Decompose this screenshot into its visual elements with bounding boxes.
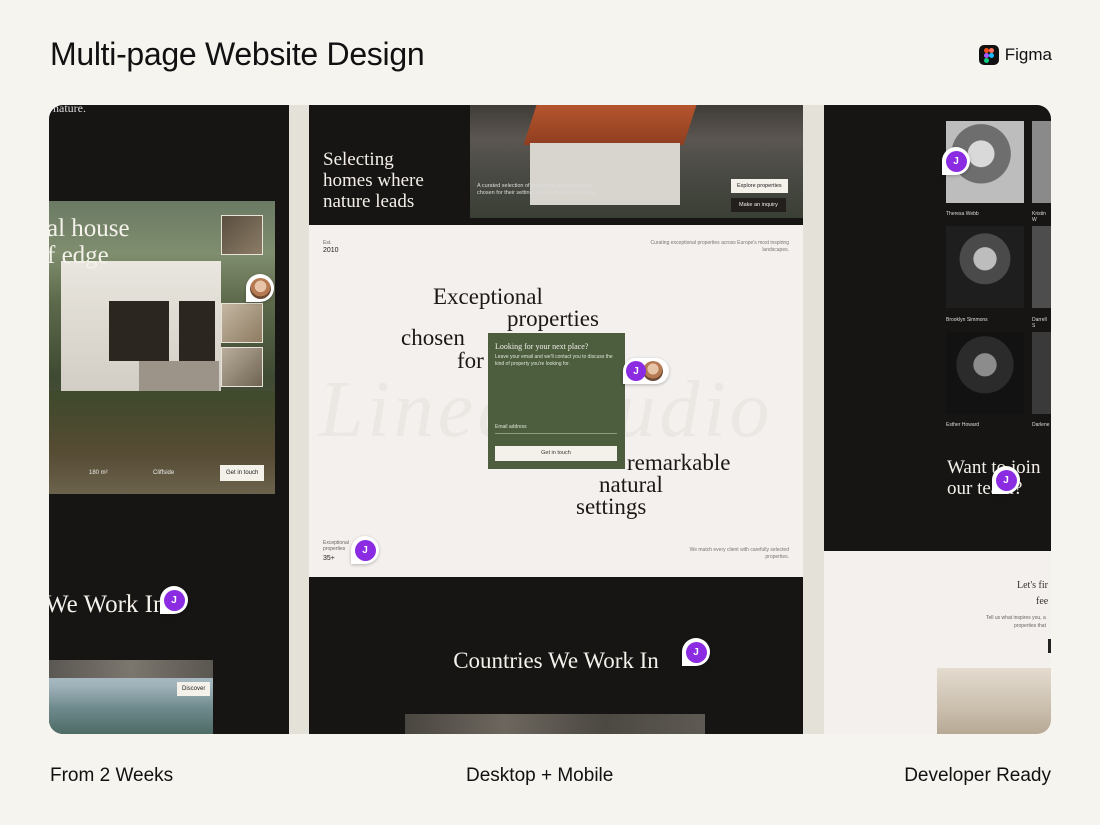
form-title: Looking for your next place? [495, 342, 589, 351]
headline-word: for [457, 348, 484, 373]
left-top-text: nature. [53, 105, 86, 115]
team-name: Theresa Webb [946, 211, 979, 217]
team-photo [1032, 121, 1051, 203]
hero-description: A curated selection of properties across… [477, 183, 597, 196]
collaborator-cursor: J [992, 466, 1020, 494]
figma-icon [978, 45, 999, 65]
exceptional-label: Exceptional properties [323, 540, 349, 552]
explore-properties-button[interactable]: Explore properties [731, 179, 788, 193]
make-inquiry-button[interactable]: Make an inquiry [731, 198, 786, 212]
form-description: Leave your email and we'll contact you t… [495, 354, 613, 367]
center-hero-title: Selecting homes where nature leads [323, 149, 424, 212]
footer-timeline: From 2 Weeks [50, 765, 174, 786]
left-section-heading: We Work In [49, 591, 166, 618]
figma-badge: Figma [978, 45, 1052, 65]
team-name: Darrell S [1032, 317, 1047, 329]
stat-location: Cliffside [153, 470, 175, 476]
form-submit-button[interactable]: Get in touch [495, 446, 617, 461]
right-contact-section: Let's fir fee Tell us what inspires you,… [824, 551, 1051, 734]
collaborator-cursor: J [682, 638, 710, 666]
headline-word: chosen [401, 325, 465, 350]
team-name: Kristin W [1032, 211, 1046, 223]
countries-photo-strip [405, 714, 705, 734]
discover-button[interactable]: Discover [177, 682, 211, 696]
est-year: 2010 [323, 247, 339, 254]
email-field-label: Email address [495, 424, 527, 430]
left-page-preview: nature. al house f edge 180 m² Cliffside… [49, 105, 289, 734]
collaborator-avatar-cursor [246, 274, 274, 302]
contact-title-2: fee [1036, 596, 1049, 607]
exceptional-value: 35+ [323, 555, 335, 562]
gallery-thumb[interactable] [221, 215, 263, 255]
design-showcase: nature. al house f edge 180 m² Cliffside… [49, 105, 1051, 734]
collaborator-cursor: J [351, 536, 379, 564]
page-title: Multi-page Website Design [50, 36, 425, 72]
figma-label: Figma [1004, 45, 1052, 64]
contact-description: Tell us what inspires you, a properties … [986, 615, 1046, 629]
collaborator-cursor: J [942, 147, 970, 175]
center-page-preview: Selecting homes where nature leads A cur… [309, 105, 803, 734]
gallery-thumb[interactable] [221, 347, 263, 387]
intro-section: Linea Studio Est. 2010 Curating exceptio… [309, 225, 803, 577]
headline-word: properties [507, 306, 599, 331]
stat-area: 180 m² [89, 470, 108, 476]
collaborator-cursor-pair: J [623, 358, 669, 384]
footer-platforms: Desktop + Mobile [466, 765, 614, 786]
team-photo [1032, 226, 1051, 308]
contact-title: Let's fir [1017, 580, 1048, 591]
left-hero-title: al house f edge [49, 215, 130, 269]
match-text: We match every client with carefully sel… [689, 547, 789, 560]
team-photo [1032, 332, 1051, 414]
team-name: Esther Howard [946, 422, 980, 428]
collaborator-cursor: J [160, 586, 188, 614]
headline-word: settings [576, 494, 647, 519]
team-photo [946, 332, 1024, 414]
text-cursor [1048, 639, 1051, 653]
inquiry-form: Looking for your next place? Leave your … [488, 333, 625, 469]
est-label: Est. [323, 240, 332, 246]
footer-handoff: Developer Ready [904, 765, 1051, 786]
email-field[interactable] [495, 433, 617, 434]
contact-photo [937, 668, 1051, 734]
countries-heading: Countries We Work In [453, 648, 659, 673]
team-photo [946, 226, 1024, 308]
gallery-thumb[interactable] [221, 303, 263, 343]
curating-text: Curating exceptional properties across E… [650, 240, 789, 253]
team-name: Darlene [1032, 422, 1050, 428]
get-in-touch-button[interactable]: Get in touch [220, 465, 265, 481]
team-name: Brooklyn Simmons [946, 317, 988, 323]
